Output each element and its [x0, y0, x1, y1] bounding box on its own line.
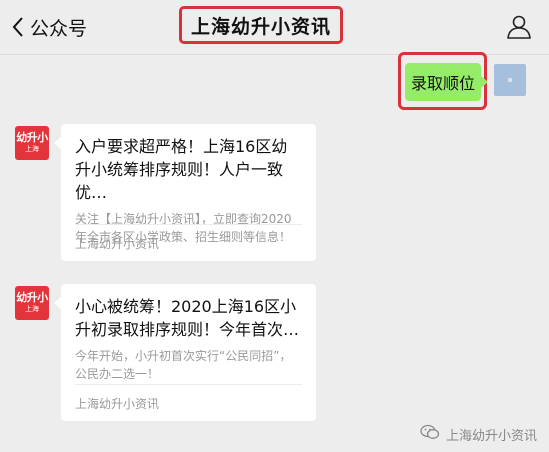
- article-title: 入户要求超严格！上海16区幼升小统筹排序规则！人户一致优…: [75, 137, 288, 202]
- article-source: 上海幼升小资讯: [75, 384, 302, 421]
- account-logo-text: 幼升小: [16, 291, 48, 304]
- sent-message-bubble[interactable]: 录取顺位: [405, 63, 481, 101]
- watermark: 上海幼升小资讯: [420, 424, 537, 444]
- article-card-tail: [54, 137, 61, 149]
- account-logo-subtext: 上海: [25, 305, 39, 313]
- article-source: 上海幼升小资讯: [75, 224, 302, 261]
- account-logo-subtext: 上海: [25, 145, 39, 153]
- back-label: 公众号: [30, 17, 88, 40]
- account-avatar[interactable]: 幼升小 上海: [15, 126, 49, 160]
- wechat-icon: [420, 424, 446, 444]
- article-description: 今年开始，小升初首次实行“公民同招”，公民办二选一！: [75, 349, 292, 381]
- sent-message-tail: [481, 76, 488, 88]
- article-card[interactable]: 小心被统筹！2020上海16区小升初录取排序规则！今年首次… 今年开始，小升初首…: [61, 284, 316, 421]
- article-title: 小心被统筹！2020上海16区小升初录取排序规则！今年首次…: [75, 297, 300, 339]
- article-card-tail: [54, 297, 61, 309]
- person-icon[interactable]: [506, 14, 532, 44]
- account-avatar[interactable]: 幼升小 上海: [15, 286, 49, 320]
- back-button[interactable]: 公众号: [12, 12, 87, 42]
- chevron-left-icon: [12, 16, 24, 38]
- top-bar: 公众号 上海幼升小资讯: [0, 0, 549, 55]
- page-title: 上海幼升小资讯: [179, 6, 343, 44]
- article-card[interactable]: 入户要求超严格！上海16区幼升小统筹排序规则！人户一致优… 关注【上海幼升小资讯…: [61, 124, 316, 261]
- watermark-text: 上海幼升小资讯: [445, 428, 537, 444]
- page-title-text: 上海幼升小资讯: [190, 15, 331, 38]
- my-avatar[interactable]: [494, 64, 526, 96]
- account-logo-text: 幼升小: [16, 131, 48, 144]
